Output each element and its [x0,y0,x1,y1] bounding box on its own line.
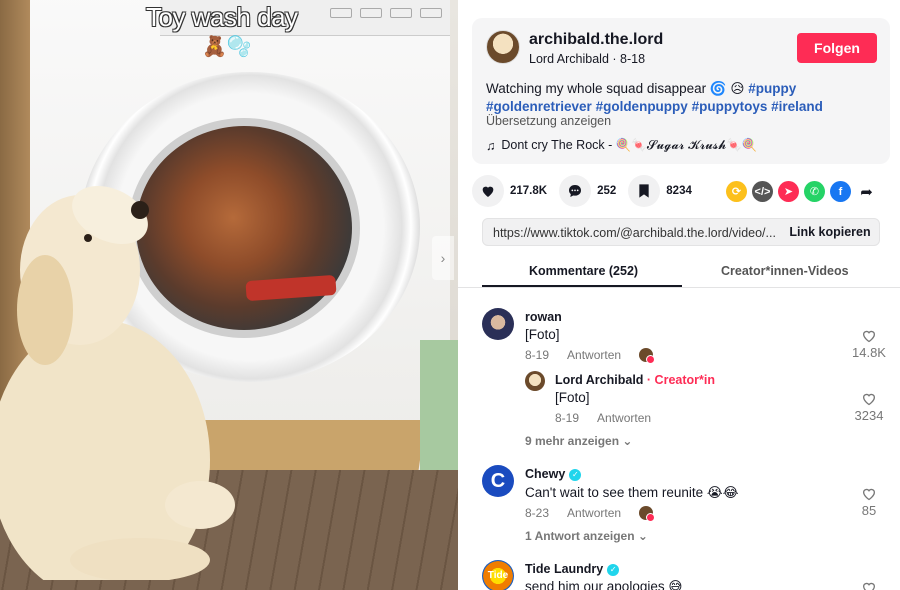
heart-outline-icon [862,330,876,343]
chevron-down-icon: ⌄ [622,434,633,448]
reply-like[interactable]: 3234 [849,391,889,423]
tab-comments[interactable]: Kommentare (252) [529,264,638,278]
post-description: Watching my whole squad disappear 🌀 😥 #p… [486,80,876,116]
caption-emoji: 🧸🫧 [202,36,252,58]
comment-date: 8-23 [525,506,550,520]
save-count: 8234 [666,185,692,197]
heart-outline-icon [862,393,876,406]
reply-meta: 8-19 Antworten [555,411,651,425]
chevron-right-icon[interactable]: › [432,236,454,280]
reply-like-count: 3234 [854,408,884,423]
like-button[interactable]: 217.8K [472,175,547,207]
whatsapp-icon[interactable]: ✆ [804,181,825,202]
avatar[interactable]: Tide [482,560,514,590]
embed-icon[interactable]: </> [752,181,773,202]
comment-author-name[interactable]: Tide Laundry [525,562,603,576]
comment-author: Tide Laundry ✓ [525,562,620,576]
comment-like-count: 85 [861,503,877,518]
puppy-image [0,185,235,580]
tab-bar: Kommentare (252) Creator*innen-Videos [458,258,900,288]
show-more-label: 9 mehr anzeigen [525,434,620,448]
description-text: Watching my whole squad disappear 🌀 😥 [486,81,745,96]
translate-link[interactable]: Übersetzung anzeigen [486,114,611,128]
creator-liked-avatar [639,348,656,364]
video-player[interactable]: Toy wash day 🧸🫧 › [0,0,458,590]
tab-creator-videos[interactable]: Creator*innen-Videos [721,264,849,278]
comment-date: 8-19 [525,348,550,362]
comment-meta: 8-23 Antworten [525,506,656,522]
hashtag-link[interactable]: #goldenpuppy [596,99,688,114]
video-link[interactable]: https://www.tiktok.com/@archibald.the.lo… [493,226,775,240]
side-panel: archibald.the.lord Lord Archibald · 8-18… [458,0,900,590]
author-nickname-date: Lord Archibald · 8-18 [529,52,646,66]
repost-icon[interactable]: ⟳ [726,181,747,202]
comment-author: Chewy ✓ [525,467,582,481]
music-note-icon: ♫ [486,138,496,153]
music-title: Dont cry The Rock - 🍭🍬𝓢𝓾𝓰𝓪𝓻 𝓚𝓻𝓾𝓼𝓱🍬🍭 [501,138,758,152]
tab-indicator [482,285,682,287]
comment-like-count: 14.8K [852,345,886,360]
verified-icon: ✓ [569,469,582,481]
video-caption: Toy wash day [146,2,298,32]
comment-text: Can't wait to see them reunite 😭😂 [525,485,739,500]
reply-button[interactable]: Antworten [567,506,621,520]
show-more-label: 1 Antwort anzeigen [525,529,635,543]
avatar[interactable] [525,371,545,391]
share-options: ⟳ </> ➤ ✆ f ➦ [726,181,877,202]
chevron-down-icon: ⌄ [637,529,648,543]
avatar[interactable] [482,308,514,340]
hashtag-link[interactable]: #ireland [771,99,823,114]
verified-icon: ✓ [607,564,620,576]
comment-meta: 8-19 Antworten [525,348,656,364]
reply-author: Lord Archibald · Creator*in [555,373,715,387]
comment-like[interactable]: 14.8K [849,328,889,360]
follow-button[interactable]: Folgen [797,33,877,63]
show-more-replies[interactable]: 1 Antwort anzeigen ⌄ [525,529,648,543]
author-avatar[interactable] [486,30,520,64]
hashtag-link[interactable]: #puppy [748,81,796,96]
avatar[interactable]: C [482,465,514,497]
comment-text: [Foto] [525,327,560,342]
comment-like[interactable]: 85 [849,486,889,518]
facebook-icon[interactable]: f [830,181,851,202]
comment-like[interactable] [849,580,889,590]
reply-button[interactable]: Antworten [597,411,651,425]
author-username[interactable]: archibald.the.lord [529,31,663,49]
comment-author-name[interactable]: Chewy [525,467,565,481]
creator-liked-avatar [639,506,656,522]
show-more-replies[interactable]: 9 mehr anzeigen ⌄ [525,434,632,448]
heart-outline-icon [862,488,876,501]
comment-text: send him our apologies 😅 [525,579,683,590]
hashtag-link[interactable]: #puppytoys [692,99,768,114]
comment-button[interactable]: 252 [559,175,616,207]
reply-date: 8-19 [555,411,580,425]
post-info-card: archibald.the.lord Lord Archibald · 8-18… [472,18,890,164]
comment-count: 252 [597,185,617,197]
copy-link-button[interactable]: Link kopieren [781,219,879,245]
hashtag-link[interactable]: #goldenretriever [486,99,592,114]
reply-text: [Foto] [555,390,590,405]
heart-icon [472,175,504,207]
save-button[interactable]: 8234 [628,175,692,207]
music-link[interactable]: ♫ Dont cry The Rock - 🍭🍬𝓢𝓾𝓰𝓪𝓻 𝓚𝓻𝓾𝓼𝓱🍬🍭 [486,138,757,153]
heart-outline-icon [862,582,876,590]
reply-author-name[interactable]: Lord Archibald [555,373,643,387]
share-link-box: https://www.tiktok.com/@archibald.the.lo… [482,218,880,246]
reply-button[interactable]: Antworten [567,348,621,362]
comment-icon [559,175,592,207]
share-arrow-icon[interactable]: ➦ [856,181,877,202]
creator-badge: · Creator*in [646,373,715,387]
comment-author[interactable]: rowan [525,310,562,324]
like-count: 217.8K [510,185,548,197]
send-icon[interactable]: ➤ [778,181,799,202]
bookmark-icon [628,175,661,207]
